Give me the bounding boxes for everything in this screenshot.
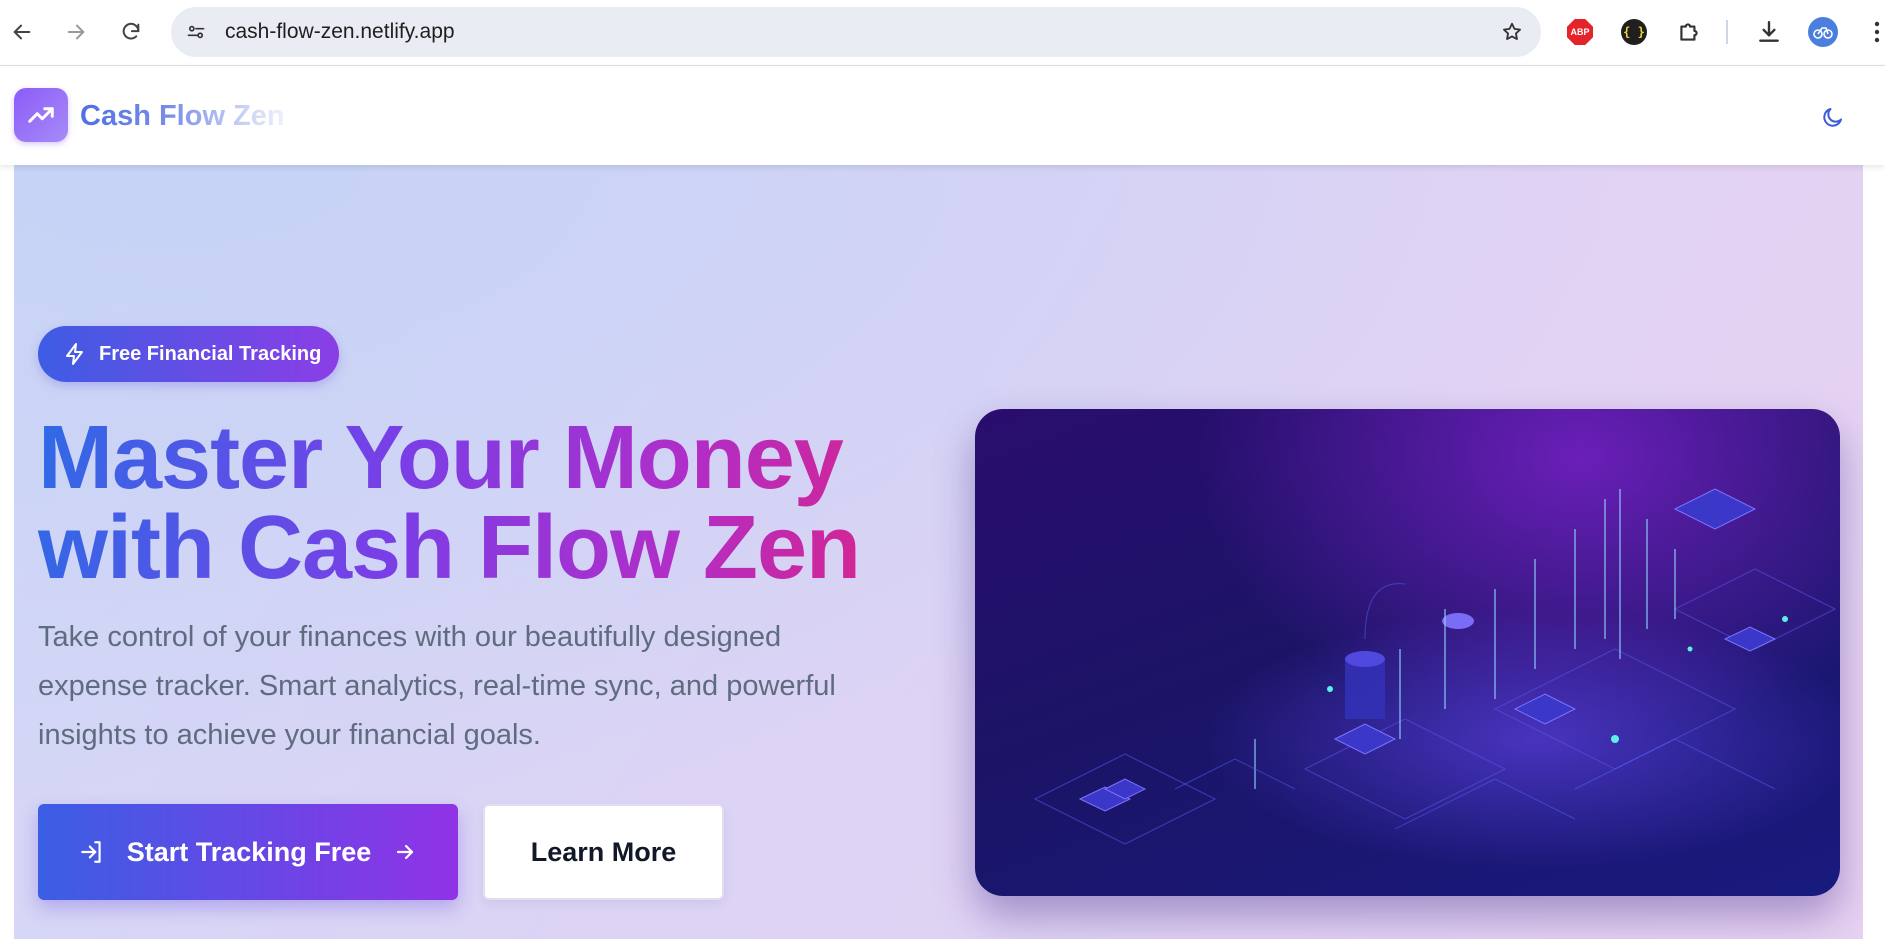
- start-tracking-label: Start Tracking Free: [126, 836, 372, 867]
- avatar: [1808, 17, 1838, 47]
- badge-label: Free Financial Tracking: [99, 342, 322, 365]
- hero-description: Take control of your finances with our b…: [38, 621, 836, 751]
- adblock-extension-button[interactable]: ABP: [1565, 17, 1595, 47]
- json-extension-button[interactable]: { }: [1619, 17, 1649, 47]
- brand-name[interactable]: Cash Flow Zen: [80, 100, 285, 132]
- learn-more-button[interactable]: Learn More: [483, 804, 724, 900]
- browser-toolbar: cash-flow-zen.netlify.app ABP { }: [0, 0, 1885, 66]
- logo[interactable]: [14, 88, 68, 142]
- theme-toggle-button[interactable]: [1818, 102, 1848, 132]
- puzzle-icon: [1680, 23, 1698, 41]
- toolbar-separator: [1726, 20, 1728, 44]
- downloads-button[interactable]: [1754, 17, 1784, 47]
- braces-icon: { }: [1621, 19, 1647, 45]
- bookmark-star-icon[interactable]: [1499, 19, 1525, 45]
- app-header: Cash Flow Zen: [0, 66, 1885, 165]
- headline-line-1: Master Your Money: [38, 408, 843, 508]
- login-icon: [80, 841, 101, 863]
- hero-illustration: [975, 409, 1840, 896]
- adblock-icon: ABP: [1567, 19, 1593, 45]
- site-settings-icon[interactable]: [183, 19, 209, 45]
- download-icon: [1759, 21, 1779, 42]
- headline-line-2: with Cash Flow Zen: [38, 498, 861, 598]
- moon-icon: [1823, 108, 1842, 127]
- trending-up-icon: [28, 107, 54, 123]
- url-text[interactable]: cash-flow-zen.netlify.app: [225, 21, 455, 43]
- arrow-right-icon: [67, 24, 85, 40]
- more-vertical-icon: [1874, 21, 1880, 43]
- learn-more-label: Learn More: [530, 836, 677, 867]
- hero-section: Free Financial Tracking Master Your Mone…: [14, 165, 1863, 939]
- browser-menu-button[interactable]: [1862, 17, 1885, 47]
- lightning-icon: [66, 343, 83, 365]
- forward-button[interactable]: [58, 14, 94, 50]
- reload-icon: [122, 22, 140, 40]
- start-tracking-button[interactable]: Start Tracking Free: [38, 804, 458, 900]
- back-button[interactable]: [4, 14, 40, 50]
- arrow-left-icon: [13, 24, 31, 40]
- feature-badge: Free Financial Tracking: [38, 326, 339, 382]
- arrow-right-icon: [397, 844, 414, 860]
- profile-button[interactable]: [1808, 17, 1838, 47]
- hero-headline: Master Your Money with Cash Flow Zen: [38, 413, 938, 593]
- address-bar[interactable]: cash-flow-zen.netlify.app: [171, 7, 1541, 57]
- extensions-button[interactable]: [1674, 17, 1704, 47]
- reload-button[interactable]: [113, 14, 149, 50]
- isometric-data-city-illustration: [1033, 488, 1840, 869]
